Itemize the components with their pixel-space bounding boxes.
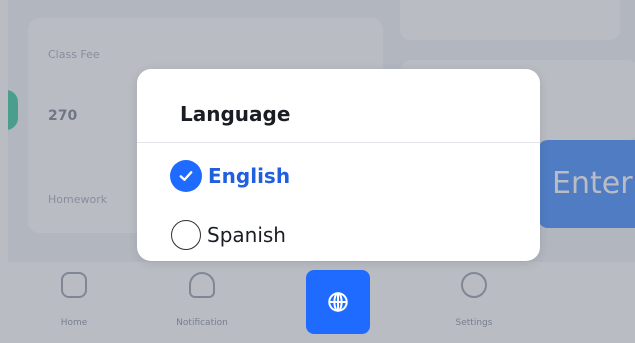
language-dialog: Language English Spanish [137,69,540,261]
checkmark-icon [179,171,193,181]
english-label: English [208,164,291,188]
language-button[interactable] [306,270,370,334]
unchecked-radio-icon [171,220,201,250]
dialog-divider [137,142,540,143]
app-screen: Class Fee 270 Homework Enter Home Notifi… [0,0,635,343]
dialog-title: Language [180,102,291,126]
language-option-english[interactable]: English [170,159,290,193]
language-option-spanish[interactable]: Spanish [170,218,286,252]
checked-radio-icon [170,160,202,192]
globe-icon [328,292,348,312]
spanish-label: Spanish [207,223,286,247]
